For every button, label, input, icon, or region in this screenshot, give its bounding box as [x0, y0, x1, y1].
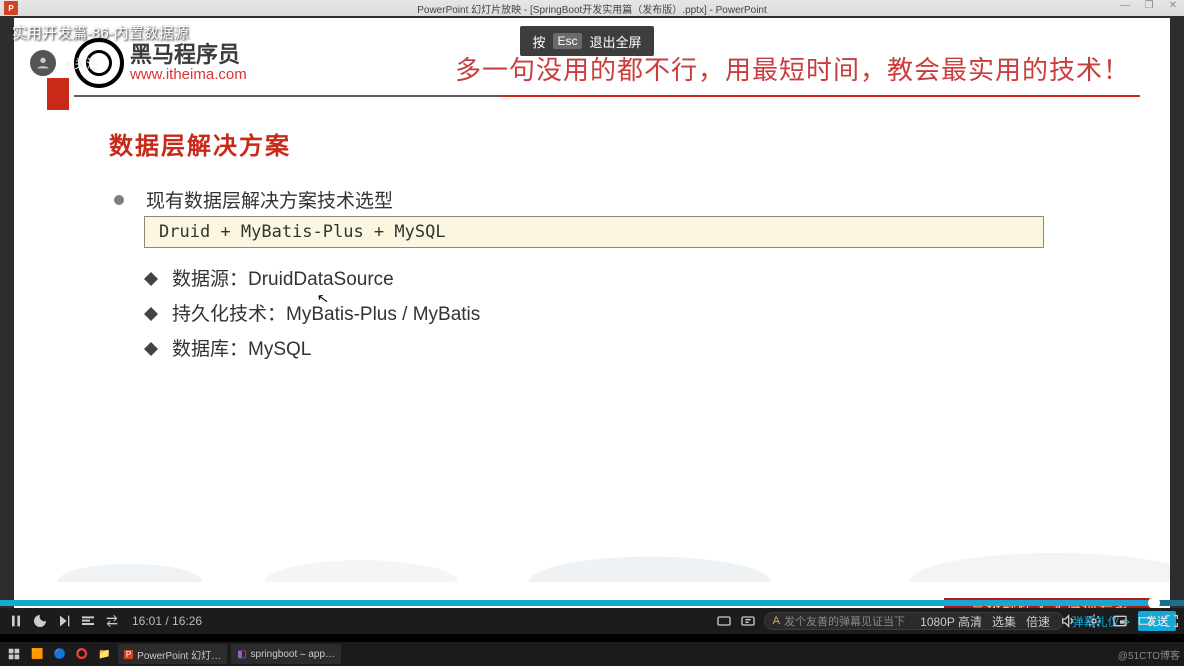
- window-title: PowerPoint 幻灯片放映 - [SpringBoot开发实用篇（发布版）…: [417, 1, 767, 16]
- ppt-titlebar: P PowerPoint 幻灯片放映 - [SpringBoot开发实用篇（发布…: [0, 0, 1184, 16]
- quality-selector[interactable]: 1080P 高清: [920, 613, 982, 630]
- person-icon: [35, 55, 51, 71]
- uploader-avatar[interactable]: [28, 48, 58, 78]
- diamond-icon: [144, 265, 158, 279]
- speed-selector[interactable]: 倍速: [1026, 613, 1050, 630]
- danmaku-toggle-icon[interactable]: [716, 613, 732, 629]
- brand-url: www.itheima.com: [130, 67, 247, 84]
- bullet-dot-icon: [114, 195, 124, 205]
- minimize-button[interactable]: —: [1118, 0, 1132, 11]
- episode-selector[interactable]: 选集: [992, 613, 1016, 630]
- pip-icon[interactable]: [1112, 613, 1128, 629]
- windows-icon: [7, 647, 21, 661]
- slide: 黑马程序员 www.itheima.com 多一句没用的都不行，用最短时间，教会…: [14, 18, 1170, 620]
- settings-icon[interactable]: [1086, 613, 1102, 629]
- fullscreen-icon[interactable]: [1164, 613, 1180, 629]
- list-item: 数据源：DruidDataSource: [144, 264, 480, 291]
- powerpoint-icon: P: [124, 650, 133, 659]
- loop-icon[interactable]: [104, 613, 120, 629]
- taskbar-item[interactable]: P PowerPoint 幻灯…: [118, 644, 227, 664]
- wide-icon[interactable]: [1138, 613, 1154, 629]
- diamond-icon: [144, 335, 158, 349]
- esc-hint: 按 Esc 退出全屏: [520, 26, 654, 56]
- code-box: Druid + MyBatis-Plus + MySQL: [144, 216, 1044, 248]
- danmaku-settings-icon[interactable]: [740, 613, 756, 629]
- list-item-text: 数据源：DruidDataSource: [172, 264, 394, 291]
- follow-button[interactable]: + 关注: [64, 55, 98, 72]
- taskbar-item-label: PowerPoint 幻灯…: [137, 647, 221, 662]
- moon-icon[interactable]: [32, 613, 48, 629]
- esc-press-label: 按: [532, 32, 545, 51]
- intellij-icon: ◧: [237, 649, 246, 660]
- taskbar-item[interactable]: ◧ springboot – app…: [231, 644, 341, 664]
- maximize-button[interactable]: ❐: [1142, 0, 1156, 11]
- list-item: 数据库：MySQL: [144, 334, 480, 361]
- explorer-icon[interactable]: 📁: [95, 644, 113, 664]
- player-right-controls: 1080P 高清 选集 倍速: [920, 608, 1180, 634]
- danmaku-placeholder: 发个友善的弹幕见证当下: [784, 613, 905, 629]
- list-item-text: 数据库：MySQL: [172, 334, 311, 361]
- play-pause-button[interactable]: [8, 613, 24, 629]
- volume-icon[interactable]: [1060, 613, 1076, 629]
- diamond-list: 数据源：DruidDataSource 持久化技术：MyBatis-Plus /…: [144, 264, 480, 361]
- decorative-clouds: [14, 536, 1170, 582]
- follow-row: + 关注: [28, 48, 98, 78]
- danmaku-list-icon[interactable]: [80, 613, 96, 629]
- chrome-icon[interactable]: ⭕: [73, 644, 91, 664]
- task-icon[interactable]: 🟧: [28, 644, 46, 664]
- bullet-main: 现有数据层解决方案技术选型: [114, 186, 393, 213]
- powerpoint-app-icon: P: [4, 1, 18, 15]
- accent-square: [47, 78, 69, 110]
- esc-exit-label: 退出全屏: [590, 32, 642, 51]
- bullet-main-text: 现有数据层解决方案技术选型: [146, 186, 393, 213]
- slide-heading: 数据层解决方案: [109, 126, 291, 161]
- video-title: 实用开发篇-86-内置数据源: [12, 22, 189, 43]
- edge-icon[interactable]: 🔵: [50, 644, 68, 664]
- brand-name: 黑马程序员: [130, 43, 247, 67]
- brand-block: 黑马程序员 www.itheima.com: [74, 38, 247, 88]
- start-button[interactable]: [4, 644, 24, 664]
- played-fill: [0, 600, 1148, 606]
- taskbar-item-label: springboot – app…: [251, 649, 336, 660]
- esc-key-icon: Esc: [553, 33, 581, 49]
- windows-taskbar: 🟧 🔵 ⭕ 📁 P PowerPoint 幻灯… ◧ springboot – …: [0, 642, 1184, 666]
- header-divider: [74, 95, 1140, 97]
- progress-bar[interactable]: [0, 600, 1184, 606]
- watermark: @51CTO博客: [1118, 647, 1180, 662]
- next-button[interactable]: [56, 613, 72, 629]
- slideshow-area: 黑马程序员 www.itheima.com 多一句没用的都不行，用最短时间，教会…: [0, 16, 1184, 622]
- time-display: 16:01 / 16:26: [132, 614, 202, 628]
- diamond-icon: [144, 300, 158, 314]
- list-item: 持久化技术：MyBatis-Plus / MyBatis: [144, 299, 480, 326]
- close-button[interactable]: ✕: [1166, 0, 1180, 11]
